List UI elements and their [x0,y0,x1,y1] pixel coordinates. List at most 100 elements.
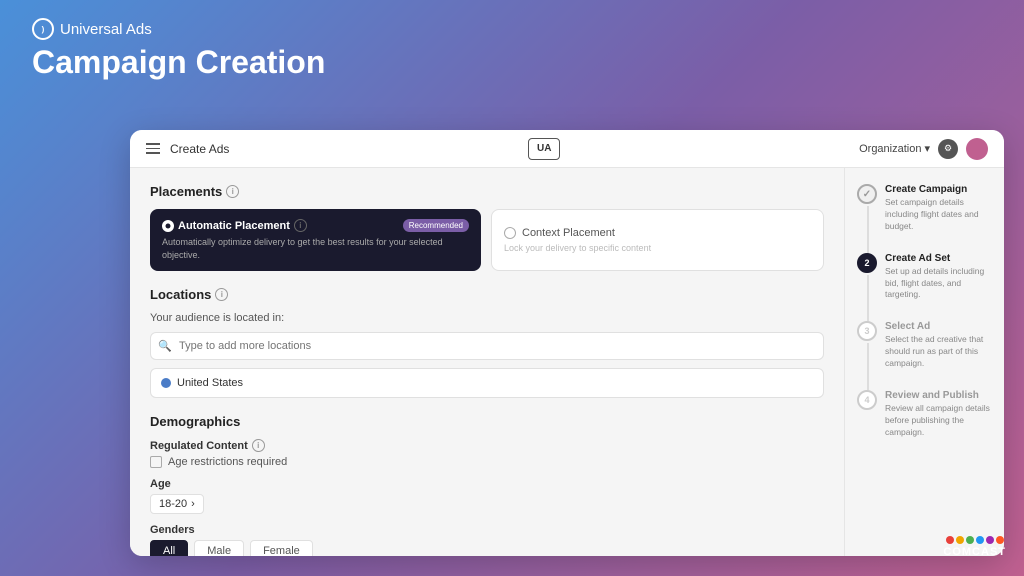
step-content: Review and Publish Review all campaign d… [885,390,992,439]
placement-options: Automatic Placement i Recommended Automa… [150,209,824,271]
main-layout: Placements i Automatic Placement i Recom… [130,168,1004,556]
gender-button-group: All Male Female [150,540,824,556]
step-desc: Select the ad creative that should run a… [885,334,992,370]
chevron-down-icon: ▾ [924,142,930,155]
radio-empty-icon [504,227,516,239]
locations-section: Locations i Your audience is located in:… [150,287,824,398]
placements-section: Placements i Automatic Placement i Recom… [150,184,824,271]
step-content: Create Ad Set Set up ad details includin… [885,253,992,302]
step-item-1: ✓ Create Campaign Set campaign details i… [857,184,992,253]
step-item-3: 3 Select Ad Select the ad creative that … [857,321,992,390]
step-connector [867,275,869,322]
nav-right: Organization ▾ ⚙ [859,138,988,160]
checkbox-icon [150,456,162,468]
location-search-wrap: 🔍 [150,332,824,360]
radio-selected-icon [162,220,174,232]
age-label: Age [150,478,824,490]
genders-label: Genders [150,524,824,536]
context-placement-title: Context Placement [504,227,615,239]
comcast-logo: COMCAST [943,536,1006,558]
top-nav: Create Ads UA Organization ▾ ⚙ [130,130,1004,168]
avatar[interactable] [966,138,988,160]
age-subsection: Age 18-20 › [150,478,824,514]
placements-info-icon[interactable]: i [226,185,239,198]
auto-placement-title: Automatic Placement i [162,219,307,232]
demographics-header: Demographics [150,414,824,429]
page-title: Campaign Creation [32,44,992,81]
automatic-placement-option[interactable]: Automatic Placement i Recommended Automa… [150,209,481,271]
nav-left: Create Ads [146,142,229,156]
gender-male-button[interactable]: Male [194,540,244,556]
regulated-content-subsection: Regulated Content i Age restrictions req… [150,439,824,468]
step-header: 4 Review and Publish Review all campaign… [857,390,992,439]
location-name: United States [177,377,243,389]
comcast-dot-6 [996,536,1004,544]
demographics-section: Demographics Regulated Content i Age res… [150,414,824,556]
step-content: Create Campaign Set campaign details inc… [885,184,992,233]
comcast-dot-2 [956,536,964,544]
locations-title: Locations [150,287,211,302]
auto-placement-header: Automatic Placement i Recommended [162,219,469,232]
step-desc: Review all campaign details before publi… [885,403,992,439]
checkmark-icon: ✓ [863,189,871,200]
step-desc: Set campaign details including flight da… [885,197,992,233]
comcast-dot-3 [966,536,974,544]
locations-header: Locations i [150,287,824,302]
placements-header: Placements i [150,184,824,199]
search-icon: 🔍 [158,340,172,353]
step-item-2: 2 Create Ad Set Set up ad details includ… [857,253,992,322]
step-desc: Set up ad details including bid, flight … [885,266,992,302]
menu-icon[interactable] [146,143,160,154]
audience-label: Your audience is located in: [150,312,824,324]
step-title: Create Campaign [885,184,992,195]
regulated-label: Regulated Content i [150,439,824,452]
brand-line: ) Universal Ads [32,18,992,40]
step-connector [867,343,869,390]
settings-icon[interactable]: ⚙ [938,139,958,159]
location-search-input[interactable] [150,332,824,360]
step-header: 3 Select Ad Select the ad creative that … [857,321,992,370]
content-card: Create Ads UA Organization ▾ ⚙ Placement… [130,130,1004,556]
comcast-text: COMCAST [943,546,1006,558]
steps-container: ✓ Create Campaign Set campaign details i… [857,184,992,439]
locations-info-icon[interactable]: i [215,288,228,301]
step-header: 2 Create Ad Set Set up ad details includ… [857,253,992,302]
genders-subsection: Genders All Male Female [150,524,824,556]
step-circle: 3 [857,321,877,341]
step-circle: 4 [857,390,877,410]
brand-name: Universal Ads [60,21,152,38]
step-circle: ✓ [857,184,877,204]
location-list: United States [150,368,824,398]
recommended-badge: Recommended [403,219,469,232]
step-title: Select Ad [885,321,992,332]
page-header: ) Universal Ads Campaign Creation [0,0,1024,81]
nav-logo: UA [528,138,560,160]
step-item-4: 4 Review and Publish Review all campaign… [857,390,992,439]
comcast-dot-1 [946,536,954,544]
regulated-info-icon[interactable]: i [252,439,265,452]
location-dot-icon [161,378,171,388]
step-circle: 2 [857,253,877,273]
context-placement-desc: Lock your delivery to specific content [504,243,651,253]
step-title: Create Ad Set [885,253,992,264]
placements-title: Placements [150,184,222,199]
step-content: Select Ad Select the ad creative that sh… [885,321,992,370]
comcast-dot-5 [986,536,994,544]
list-item: United States [161,377,813,389]
brand-logo-icon: ) [32,18,54,40]
org-selector[interactable]: Organization ▾ [859,142,930,155]
gender-female-button[interactable]: Female [250,540,313,556]
auto-info-icon[interactable]: i [294,219,307,232]
comcast-dot-4 [976,536,984,544]
age-selector[interactable]: 18-20 › [150,494,204,514]
context-placement-option[interactable]: Context Placement Lock your delivery to … [491,209,824,271]
step-header: ✓ Create Campaign Set campaign details i… [857,184,992,233]
step-connector [867,206,869,253]
chevron-right-icon: › [191,498,195,510]
comcast-dots [946,536,1004,544]
regulated-checkbox-row[interactable]: Age restrictions required [150,456,824,468]
demographics-title: Demographics [150,414,240,429]
step-title: Review and Publish [885,390,992,401]
auto-placement-desc: Automatically optimize delivery to get t… [162,236,469,261]
gender-all-button[interactable]: All [150,540,188,556]
